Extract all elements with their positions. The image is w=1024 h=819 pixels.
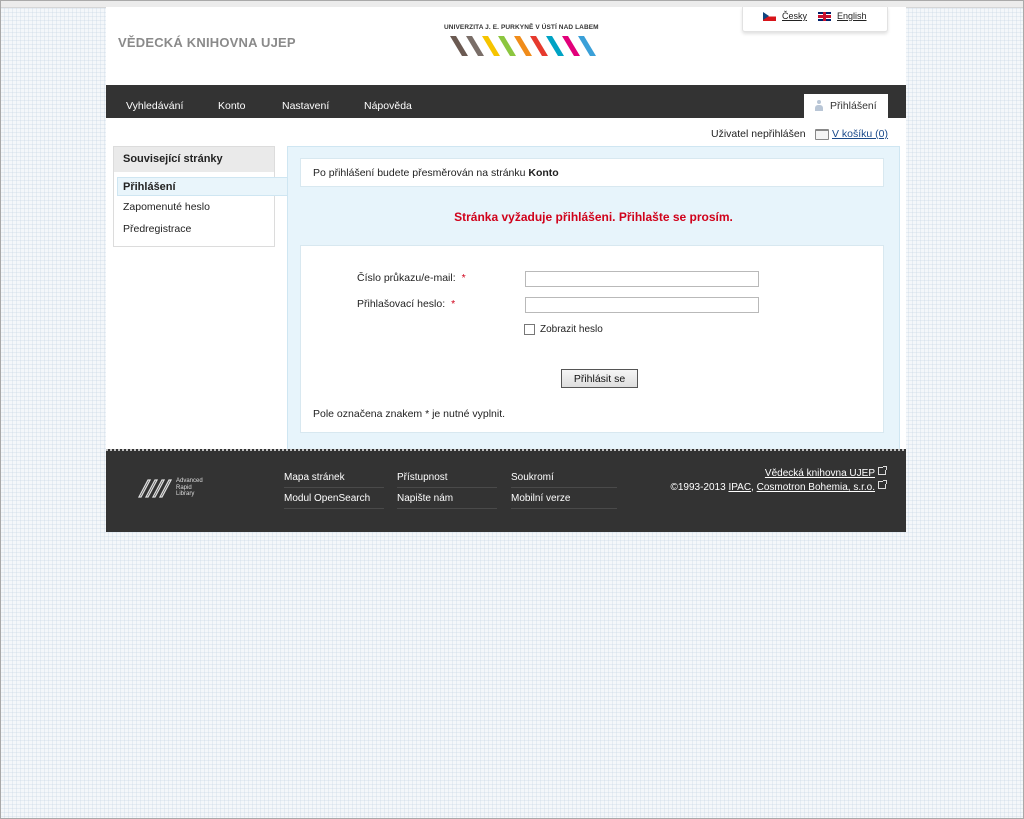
login-button[interactable]: Přihlásit se [561, 369, 638, 388]
language-switcher: Česky English [742, 7, 888, 32]
sidebar-item-forgotten-password[interactable]: Zapomenuté heslo [123, 201, 210, 213]
required-marker: * [451, 298, 456, 310]
footer: Advanced Rapid Library Mapa stránek Přís… [106, 449, 906, 532]
logo-stripe [466, 36, 484, 56]
user-status: Uživatel nepřihlášen [711, 128, 806, 140]
tab-login-label: Přihlášení [830, 100, 877, 112]
show-password-checkbox[interactable] [524, 324, 535, 335]
nav-item-settings[interactable]: Nastavení [282, 100, 329, 112]
arl-logo[interactable]: Advanced Rapid Library [138, 477, 203, 499]
external-link-icon [878, 466, 887, 475]
footer-link-privacy[interactable]: Soukromí [511, 472, 554, 483]
redirect-info: Po přihlášení budete přesměrován na strá… [300, 158, 884, 187]
main-navigation: Vyhledávání Konto Nastavení Nápověda Při… [106, 85, 906, 118]
password-label: Přihlašovací heslo: * [357, 298, 456, 310]
university-logo[interactable]: UNIVERZITA J. E. PURKYNĚ V ÚSTÍ NAD LABE… [444, 24, 599, 64]
cz-flag-icon [763, 11, 776, 21]
cosmotron-link[interactable]: Cosmotron Bohemia, s.r.o. [757, 482, 875, 493]
language-czech-label: Česky [782, 11, 808, 21]
ipac-link[interactable]: IPAC [728, 482, 751, 493]
logo-stripe [546, 36, 564, 56]
page-container: VĚDECKÁ KNIHOVNA UJEP UNIVERZITA J. E. P… [106, 7, 906, 532]
logo-stripe [562, 36, 580, 56]
language-english-link[interactable]: English [818, 11, 867, 21]
arl-logo-icon [138, 479, 172, 498]
copyright-separator: , [751, 482, 754, 493]
footer-link-mobile[interactable]: Mobilní verze [511, 493, 570, 504]
footer-copyright: ©1993-2013 IPAC, Cosmotron Bohemia, s.r.… [670, 480, 887, 493]
footer-divider [511, 487, 617, 488]
logo-stripe [482, 36, 500, 56]
login-form: Číslo průkazu/e-mail: * Přihlašovací hesl… [300, 245, 884, 433]
redirect-target: Konto [528, 167, 559, 179]
footer-link-accessibility[interactable]: Přístupnost [397, 472, 448, 483]
uk-flag-icon [818, 11, 831, 21]
arl-logo-text: Advanced Rapid Library [176, 478, 203, 498]
show-password-label[interactable]: Zobrazit heslo [540, 324, 603, 335]
language-czech-link[interactable]: Česky [763, 11, 807, 21]
footer-divider [284, 487, 384, 488]
card-number-label: Číslo průkazu/e-mail: * [357, 272, 466, 284]
footer-divider [511, 508, 617, 509]
redirect-info-text: Po přihlášení budete přesměrován na strá… [313, 167, 526, 179]
tab-login[interactable]: Přihlášení [804, 94, 888, 118]
logo-stripe [514, 36, 532, 56]
footer-divider [284, 508, 384, 509]
required-fields-note: Pole označena znakem * je nutné vyplnit. [313, 408, 506, 420]
footer-library-link[interactable]: Vědecká knihovna UJEP [765, 466, 887, 479]
card-number-input[interactable] [525, 271, 759, 287]
copyright-text: ©1993-2013 [670, 482, 726, 493]
user-icon [814, 100, 824, 112]
university-logo-text: UNIVERZITA J. E. PURKYNĚ V ÚSTÍ NAD LABE… [444, 24, 599, 31]
external-link-icon [878, 480, 887, 489]
logo-stripes [450, 36, 596, 56]
nav-item-search[interactable]: Vyhledávání [126, 100, 183, 112]
logo-stripe [530, 36, 548, 56]
sidebar-item-login[interactable]: Přihlášení [117, 177, 287, 196]
footer-link-contact[interactable]: Napište nám [397, 493, 453, 504]
main-content: Po přihlášení budete přesměrován na strá… [287, 146, 900, 451]
password-input[interactable] [525, 297, 759, 313]
basket-icon [815, 129, 829, 140]
footer-divider [397, 487, 497, 488]
basket-link[interactable]: V košíku (0) [832, 128, 888, 140]
footer-link-sitemap[interactable]: Mapa stránek [284, 472, 345, 483]
sidebar-item-preregistration[interactable]: Předregistrace [123, 223, 191, 235]
language-english-label: English [837, 11, 867, 21]
logo-stripe [498, 36, 516, 56]
footer-link-opensearch[interactable]: Modul OpenSearch [284, 493, 370, 504]
nav-item-help[interactable]: Nápověda [364, 100, 412, 112]
nav-item-account[interactable]: Konto [218, 100, 245, 112]
footer-divider [397, 508, 497, 509]
login-required-warning: Stránka vyžaduje přihlášeni. Přihlašte s… [454, 210, 733, 224]
logo-stripe [578, 36, 596, 56]
required-marker: * [461, 272, 466, 284]
logo-stripe [450, 36, 468, 56]
sidebar-heading: Související stránky [114, 147, 274, 172]
library-title[interactable]: VĚDECKÁ KNIHOVNA UJEP [118, 35, 296, 50]
